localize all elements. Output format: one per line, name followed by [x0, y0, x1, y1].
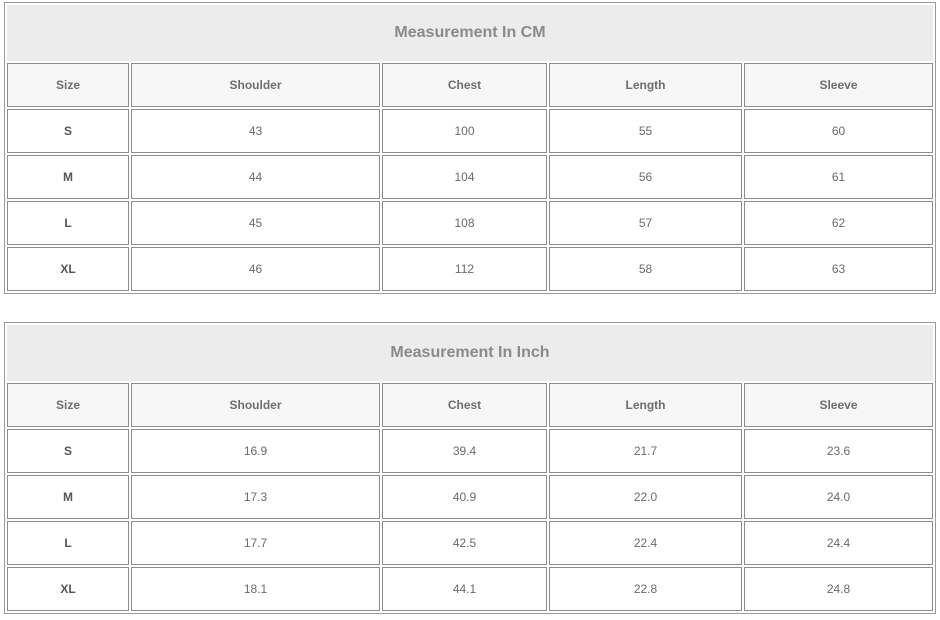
size-cell: L [7, 521, 129, 565]
size-chart-table-inch: Measurement In Inch Size Shoulder Chest … [4, 322, 936, 614]
column-header-shoulder: Shoulder [131, 383, 380, 427]
size-cell: M [7, 475, 129, 519]
table-header-row: Size Shoulder Chest Length Sleeve [7, 383, 933, 427]
table-title: Measurement In Inch [7, 325, 933, 381]
size-chart-table-cm: Measurement In CM Size Shoulder Chest Le… [4, 2, 936, 294]
table-row: XL 18.1 44.1 22.8 24.8 [7, 567, 933, 611]
table-title-row: Measurement In CM [7, 5, 933, 61]
shoulder-cell: 45 [131, 201, 380, 245]
column-header-length: Length [549, 63, 742, 107]
shoulder-cell: 17.7 [131, 521, 380, 565]
size-cell: S [7, 429, 129, 473]
table-header-row: Size Shoulder Chest Length Sleeve [7, 63, 933, 107]
column-header-sleeve: Sleeve [744, 63, 933, 107]
length-cell: 22.8 [549, 567, 742, 611]
size-cell: S [7, 109, 129, 153]
length-cell: 55 [549, 109, 742, 153]
column-header-sleeve: Sleeve [744, 383, 933, 427]
length-cell: 22.0 [549, 475, 742, 519]
shoulder-cell: 44 [131, 155, 380, 199]
chest-cell: 104 [382, 155, 547, 199]
chest-cell: 39.4 [382, 429, 547, 473]
length-cell: 21.7 [549, 429, 742, 473]
column-header-chest: Chest [382, 63, 547, 107]
sleeve-cell: 63 [744, 247, 933, 291]
column-header-size: Size [7, 63, 129, 107]
table-row: S 43 100 55 60 [7, 109, 933, 153]
table-row: S 16.9 39.4 21.7 23.6 [7, 429, 933, 473]
chest-cell: 40.9 [382, 475, 547, 519]
size-cell: XL [7, 567, 129, 611]
sleeve-cell: 24.4 [744, 521, 933, 565]
shoulder-cell: 43 [131, 109, 380, 153]
column-header-length: Length [549, 383, 742, 427]
chest-cell: 108 [382, 201, 547, 245]
sleeve-cell: 23.6 [744, 429, 933, 473]
size-cell: L [7, 201, 129, 245]
table-row: M 44 104 56 61 [7, 155, 933, 199]
column-header-size: Size [7, 383, 129, 427]
length-cell: 57 [549, 201, 742, 245]
sleeve-cell: 24.8 [744, 567, 933, 611]
shoulder-cell: 17.3 [131, 475, 380, 519]
chest-cell: 42.5 [382, 521, 547, 565]
sleeve-cell: 62 [744, 201, 933, 245]
size-cell: M [7, 155, 129, 199]
sleeve-cell: 60 [744, 109, 933, 153]
chest-cell: 44.1 [382, 567, 547, 611]
shoulder-cell: 18.1 [131, 567, 380, 611]
sleeve-cell: 24.0 [744, 475, 933, 519]
table-title-row: Measurement In Inch [7, 325, 933, 381]
table-row: XL 46 112 58 63 [7, 247, 933, 291]
length-cell: 56 [549, 155, 742, 199]
table-row: M 17.3 40.9 22.0 24.0 [7, 475, 933, 519]
shoulder-cell: 16.9 [131, 429, 380, 473]
shoulder-cell: 46 [131, 247, 380, 291]
sleeve-cell: 61 [744, 155, 933, 199]
size-cell: XL [7, 247, 129, 291]
length-cell: 22.4 [549, 521, 742, 565]
column-header-shoulder: Shoulder [131, 63, 380, 107]
chest-cell: 100 [382, 109, 547, 153]
table-row: L 45 108 57 62 [7, 201, 933, 245]
chest-cell: 112 [382, 247, 547, 291]
table-row: L 17.7 42.5 22.4 24.4 [7, 521, 933, 565]
length-cell: 58 [549, 247, 742, 291]
column-header-chest: Chest [382, 383, 547, 427]
table-title: Measurement In CM [7, 5, 933, 61]
